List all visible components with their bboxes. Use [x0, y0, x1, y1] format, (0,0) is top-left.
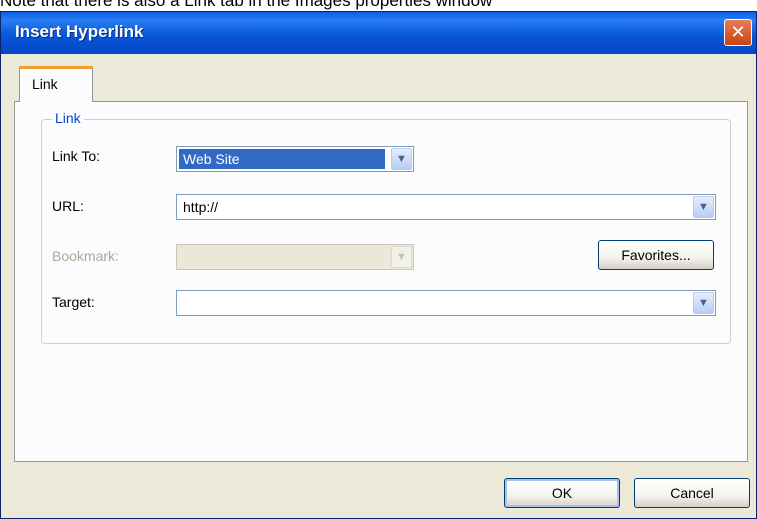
chevron-down-icon[interactable]: ▼	[391, 148, 412, 170]
groupbox-title: Link	[52, 110, 84, 126]
tab-panel: Link Link To: Web Site ▼ URL: http:// ▼ …	[14, 101, 748, 462]
bookmark-value	[179, 247, 187, 267]
insert-hyperlink-dialog: Insert Hyperlink ✕ Link Link Link To: We…	[0, 11, 757, 519]
bookmark-label: Bookmark:	[52, 248, 119, 264]
url-combobox[interactable]: http:// ▼	[176, 194, 716, 220]
link-to-label: Link To:	[52, 148, 100, 164]
close-icon: ✕	[730, 22, 746, 42]
cancel-button[interactable]: Cancel	[634, 478, 750, 508]
url-label: URL:	[52, 198, 84, 214]
page-caption: Note that there is also a Link tab in th…	[0, 0, 493, 10]
dialog-title: Insert Hyperlink	[15, 22, 144, 41]
link-groupbox: Link Link To: Web Site ▼ URL: http:// ▼ …	[41, 110, 731, 344]
close-button[interactable]: ✕	[724, 19, 752, 46]
title-bar: Insert Hyperlink ✕	[1, 12, 756, 54]
bookmark-select: ▼	[176, 244, 414, 270]
url-value[interactable]: http://	[179, 197, 222, 217]
chevron-down-icon: ▼	[391, 246, 412, 268]
tab-link[interactable]: Link	[19, 66, 93, 102]
ok-button[interactable]: OK	[504, 478, 620, 508]
target-value[interactable]	[179, 293, 187, 313]
chevron-down-icon[interactable]: ▼	[693, 196, 714, 218]
chevron-down-icon[interactable]: ▼	[693, 292, 714, 314]
target-label: Target:	[52, 294, 95, 310]
link-to-select[interactable]: Web Site ▼	[176, 146, 414, 172]
favorites-button[interactable]: Favorites...	[598, 240, 714, 270]
target-combobox[interactable]: ▼	[176, 290, 716, 316]
link-to-value: Web Site	[179, 149, 385, 169]
